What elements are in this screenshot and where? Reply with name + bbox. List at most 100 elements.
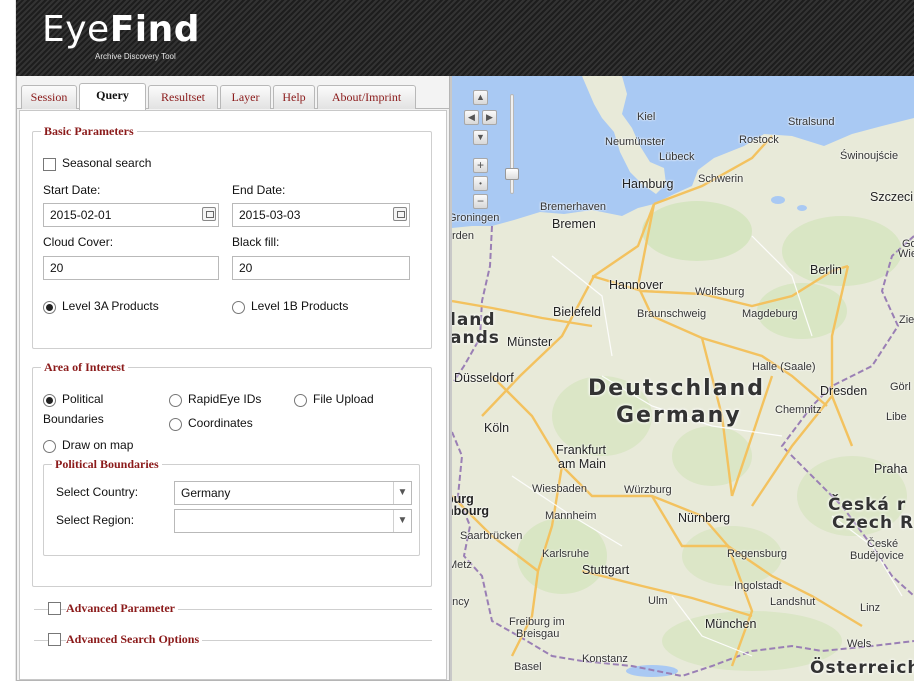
city-label: Saarbrücken	[460, 530, 523, 542]
seasonal-search-label: Seasonal search	[62, 156, 152, 170]
end-date-label: End Date:	[232, 183, 286, 197]
basic-parameters-legend: Basic Parameters	[41, 124, 137, 139]
city-label: Ulm	[648, 595, 668, 607]
city-label: Würzburg	[624, 484, 672, 496]
tab-session[interactable]: Session	[21, 85, 77, 109]
political-label: Political	[62, 392, 104, 406]
end-date-input[interactable]: 2015-03-03	[232, 203, 410, 227]
calendar-icon[interactable]	[393, 207, 407, 221]
lake	[771, 196, 785, 204]
draw-on-map-radio[interactable]	[43, 440, 56, 453]
city-label: Zie	[899, 314, 914, 326]
political-boundaries-subgroup: Political Boundaries Select Country: Ger…	[43, 457, 420, 556]
start-date-input[interactable]: 2015-02-01	[43, 203, 219, 227]
city-label: České	[867, 538, 899, 550]
zoom-slider-thumb[interactable]	[505, 168, 519, 180]
country-label-cz: Česká r	[828, 495, 907, 515]
level-1b-radio[interactable]	[232, 301, 245, 314]
zoom-in-icon[interactable]: +	[473, 158, 488, 173]
chevron-down-icon[interactable]: ▼	[393, 482, 411, 504]
city-label: rden	[452, 230, 475, 242]
city-label: Szczecin	[870, 190, 914, 204]
region-select[interactable]: ▼	[174, 509, 412, 533]
city-label: Metz	[452, 559, 472, 571]
city-label: Karlsruhe	[542, 548, 590, 560]
city-label: Köln	[484, 421, 510, 435]
tab-layer[interactable]: Layer	[220, 85, 271, 109]
city-label: Frankfurt	[556, 443, 607, 457]
city-label: Görl	[890, 381, 911, 393]
rapideye-ids-radio[interactable]	[169, 394, 182, 407]
calendar-icon[interactable]	[202, 207, 216, 221]
file-upload-label: File Upload	[313, 392, 374, 406]
pan-left-icon[interactable]: ◀	[464, 110, 479, 125]
country-label-nl: land	[452, 310, 496, 330]
advanced-parameter-toggle[interactable]: Advanced Parameter	[34, 601, 432, 616]
pan-right-icon[interactable]: ▶	[482, 110, 497, 125]
seasonal-search-checkbox[interactable]	[43, 158, 56, 171]
city-label: Linz	[860, 602, 881, 614]
country-select[interactable]: Germany ▼	[174, 481, 412, 505]
tab-help[interactable]: Help	[273, 85, 315, 109]
city-label: Kiel	[637, 111, 656, 123]
city-label: Bremerhaven	[540, 201, 607, 213]
pan-up-icon[interactable]: ▲	[473, 90, 488, 105]
zoom-world-icon[interactable]: •	[473, 176, 488, 191]
start-date-label: Start Date:	[43, 183, 101, 197]
city-label: Chemnitz	[775, 404, 822, 416]
file-upload-radio[interactable]	[294, 394, 307, 407]
city-label: Libe	[886, 411, 907, 423]
pan-down-icon[interactable]: ▼	[473, 130, 488, 145]
political-boundaries-radio[interactable]	[43, 394, 56, 407]
tab-query[interactable]: Query	[79, 83, 146, 110]
cloud-cover-value: 20	[50, 261, 64, 275]
city-label: Wolfsburg	[695, 286, 745, 298]
black-fill-input[interactable]: 20	[232, 256, 410, 280]
advanced-search-options-toggle[interactable]: Advanced Search Options	[34, 632, 432, 647]
city-label: Schwerin	[698, 173, 744, 185]
green-area	[642, 201, 752, 261]
country-label-en: Germany	[616, 403, 742, 428]
cloud-cover-label: Cloud Cover:	[43, 235, 114, 249]
app-subtitle: Archive Discovery Tool	[95, 52, 176, 61]
city-label: Basel	[514, 661, 542, 673]
expand-checkbox-icon[interactable]	[48, 633, 61, 646]
city-label: Berlin	[810, 263, 842, 277]
city-label: Mannheim	[545, 510, 597, 522]
rapideye-ids-label: RapidEye IDs	[188, 392, 262, 406]
chevron-down-icon[interactable]: ▼	[393, 510, 411, 532]
city-label: Hamburg	[622, 177, 674, 191]
level-3a-label: Level 3A Products	[62, 299, 159, 313]
city-label: Breisgau	[516, 628, 560, 640]
draw-on-map-label: Draw on map	[62, 438, 134, 452]
coordinates-radio[interactable]	[169, 418, 182, 431]
area-of-interest-legend: Area of Interest	[41, 360, 128, 375]
level-3a-radio[interactable]	[43, 301, 56, 314]
advanced-parameter-label: Advanced Parameter	[66, 601, 178, 616]
city-label: Wiesbaden	[532, 483, 588, 495]
left-edge-strip	[0, 0, 16, 681]
coordinates-label: Coordinates	[188, 416, 253, 430]
zoom-out-icon[interactable]: −	[473, 194, 488, 209]
city-label: Rostock	[739, 134, 779, 146]
cloud-cover-input[interactable]: 20	[43, 256, 219, 280]
map-view[interactable]: Kiel Stralsund Neumünster Rostock Lübeck…	[452, 76, 914, 681]
city-label: Lübeck	[659, 151, 695, 163]
green-area	[782, 216, 902, 286]
city-label: nbourg	[452, 504, 490, 518]
tab-about-imprint[interactable]: About/Imprint	[317, 85, 416, 109]
app-logo: EyeFind	[42, 9, 200, 50]
city-label: Braunschweig	[637, 308, 707, 320]
country-label-cz-en: Czech R	[832, 513, 914, 533]
city-label: Praha	[874, 462, 908, 476]
query-tab-content: Basic Parameters Seasonal search Start D…	[19, 110, 447, 680]
expand-checkbox-icon[interactable]	[48, 602, 61, 615]
city-label: Nürnberg	[678, 511, 731, 525]
city-label: Halle (Saale)	[752, 361, 816, 373]
city-label: Stralsund	[788, 116, 835, 128]
black-fill-value: 20	[239, 261, 253, 275]
tab-resultset[interactable]: Resultset	[148, 85, 218, 109]
city-label: am Main	[558, 457, 606, 471]
city-label: Düsseldorf	[454, 371, 514, 385]
logo-eye: Eye	[42, 9, 110, 50]
